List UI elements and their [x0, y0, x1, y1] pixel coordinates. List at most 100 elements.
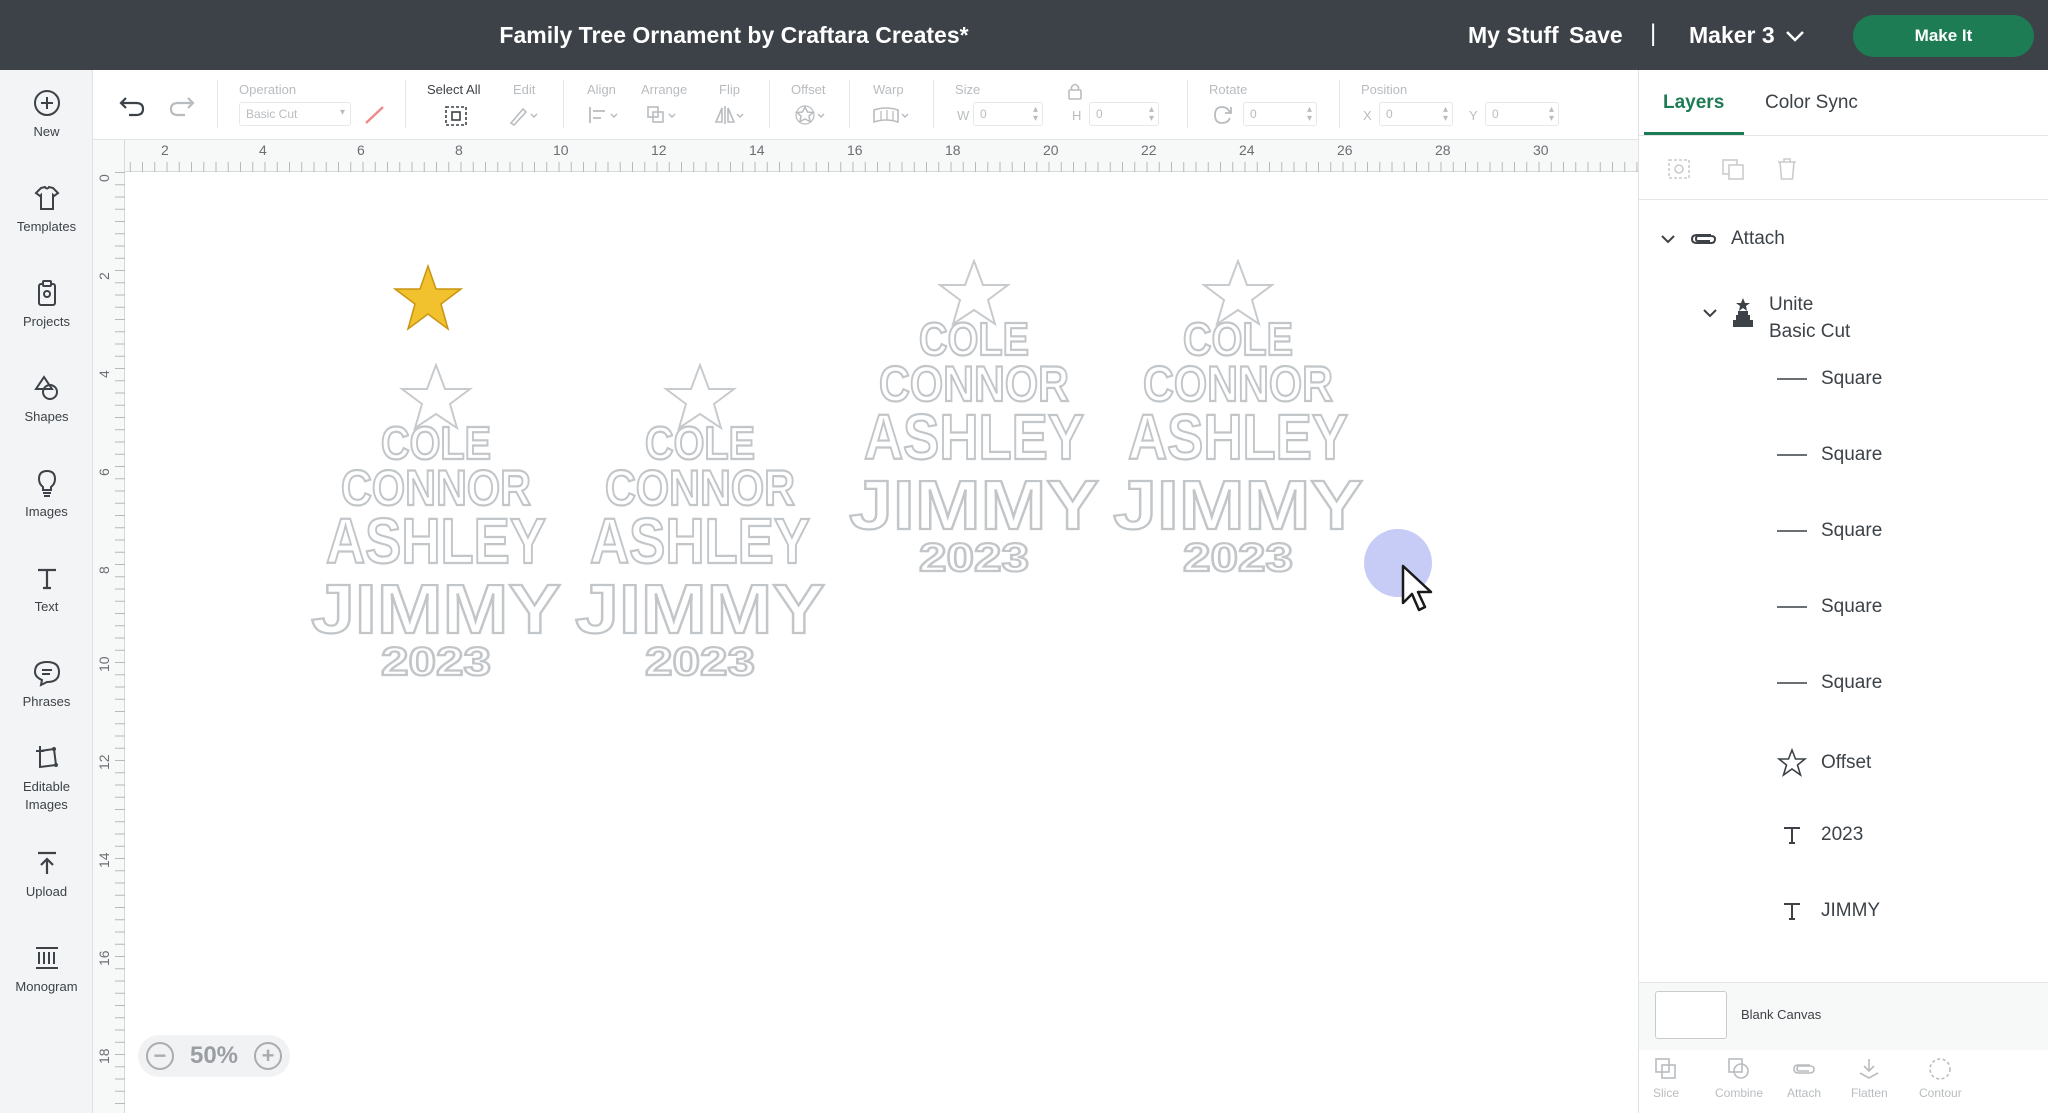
chevron-down-icon[interactable] [1701, 306, 1719, 320]
ornament-name-text: JIMMY [575, 570, 825, 648]
sidebar-item-upload[interactable]: Upload [0, 848, 93, 901]
sidebar-item-phrases[interactable]: Phrases [0, 658, 93, 711]
sidebar-item-monogram[interactable]: Monogram [0, 943, 93, 996]
flatten-button[interactable]: Flatten [1851, 1056, 1888, 1100]
size-h-input[interactable]: 0 ▴ ▾ [1089, 102, 1159, 126]
sidebar-item-new[interactable]: New [0, 88, 93, 141]
position-x-input[interactable]: 0 ▴ ▾ [1379, 102, 1453, 126]
shapes-icon [33, 375, 58, 400]
trash-icon[interactable] [1773, 156, 1801, 182]
layer-square[interactable]: Square [1777, 520, 1882, 542]
layer-square[interactable]: Square [1777, 672, 1882, 694]
machine-select[interactable]: Maker 3 [1689, 22, 1805, 49]
layer-offset[interactable]: Offset [1777, 748, 1871, 778]
blank-canvas-swatch[interactable] [1655, 991, 1727, 1039]
zoom-out-button[interactable]: − [145, 1042, 174, 1070]
layer-square[interactable]: Square [1777, 596, 1882, 618]
sidebar-item-images[interactable]: Images [0, 468, 93, 521]
select-all-icon[interactable] [443, 104, 469, 128]
ruler-number: 14 [96, 852, 112, 868]
redo-icon[interactable] [167, 94, 197, 118]
pen-color-swatch-icon[interactable] [363, 104, 387, 126]
save-link[interactable]: Save [1569, 22, 1623, 49]
chevron-down-icon: ▾ [339, 107, 345, 118]
operation-value: Basic Cut [246, 107, 298, 121]
slice-label: Slice [1653, 1086, 1680, 1100]
align-icon[interactable] [587, 104, 623, 126]
warp-label: Warp [873, 82, 904, 97]
yellow-star[interactable] [392, 263, 464, 333]
group-icon[interactable] [1665, 156, 1693, 182]
my-stuff-link[interactable]: My Stuff [1468, 22, 1559, 49]
sidebar-item-templates[interactable]: Templates [0, 183, 93, 236]
lock-icon[interactable] [1067, 82, 1083, 100]
tree-ornament[interactable]: COLE CONNOR ASHLEY JIMMY 2023 [1108, 258, 1368, 599]
attach-button[interactable]: Attach [1787, 1056, 1821, 1100]
position-y-input[interactable]: 0 ▴ ▾ [1485, 102, 1559, 126]
layer-label: Attach [1731, 228, 1785, 249]
combine-button[interactable]: Combine [1715, 1056, 1763, 1100]
undo-icon[interactable] [117, 94, 147, 118]
ruler-number: 2 [161, 142, 169, 158]
stepper-icon: ▴ ▾ [1442, 104, 1448, 124]
layer-text-jimmy[interactable]: JIMMY [1777, 900, 1880, 922]
size-h-label: H [1072, 108, 1082, 123]
layer-square[interactable]: Square [1777, 444, 1882, 466]
tab-color-sync[interactable]: Color Sync [1765, 92, 1858, 114]
toolbar-divider [1339, 80, 1340, 128]
ruler-number: 4 [259, 142, 267, 158]
ruler-number: 18 [945, 142, 961, 158]
ornament-name-text: ASHLEY [864, 401, 1084, 473]
warp-icon[interactable] [871, 104, 913, 126]
layer-square[interactable]: Square [1777, 368, 1882, 390]
rotate-label: Rotate [1209, 82, 1248, 97]
slice-button[interactable]: Slice [1653, 1056, 1679, 1100]
layer-attach[interactable]: Attach [1659, 228, 1785, 250]
layers-panel: Layers Color Sync Attach Unite Basic Cut… [1638, 70, 2048, 1113]
sidebar-item-projects[interactable]: Projects [0, 278, 93, 331]
panel-tabs: Layers Color Sync [1639, 70, 2048, 136]
blank-canvas-row[interactable]: Blank Canvas [1639, 982, 2048, 1050]
design-canvas[interactable]: COLE CONNOR ASHLEY JIMMY 2023 COLE CONNOR ASHLE… [126, 173, 1638, 1113]
tree-ornament[interactable]: COLE CONNOR ASHLEY JIMMY 2023 [844, 258, 1104, 599]
duplicate-icon[interactable] [1719, 156, 1747, 182]
clipboard-icon [37, 280, 56, 306]
chevron-down-icon[interactable] [1659, 232, 1677, 246]
contour-button[interactable]: Contour [1919, 1056, 1962, 1100]
active-tab-indicator [1644, 132, 1744, 135]
operation-select[interactable]: Basic Cut ▾ [239, 102, 351, 126]
size-w-input[interactable]: 0 ▴ ▾ [973, 102, 1043, 126]
tree-ornament[interactable]: COLE CONNOR ASHLEY JIMMY 2023 [570, 362, 830, 703]
text-icon-wrap [1777, 824, 1807, 846]
zoom-in-button[interactable]: + [254, 1042, 282, 1070]
tree-ornament[interactable]: COLE CONNOR ASHLEY JIMMY 2023 [306, 362, 566, 703]
size-w-value: 0 [980, 107, 987, 121]
sidebar-item-shapes[interactable]: Shapes [0, 373, 93, 426]
sidebar-item-text[interactable]: Text [0, 563, 93, 616]
sidebar-item-editable-images[interactable]: Editable Images [0, 743, 93, 813]
toolbar-divider [217, 80, 218, 128]
sidebar-label-editable-images: Images [25, 796, 68, 812]
top-ruler: 2 4 6 8 10 12 14 16 18 20 22 24 26 28 30 [93, 140, 1638, 172]
ruler-number: 8 [96, 566, 112, 574]
tab-layers[interactable]: Layers [1663, 92, 1724, 114]
sidebar-label-phrases: Phrases [22, 694, 71, 709]
pencil-icon[interactable] [507, 104, 541, 126]
flip-icon[interactable] [713, 104, 749, 126]
rotate-input[interactable]: 0 ▴ ▾ [1243, 102, 1317, 126]
ruler-number: 10 [553, 142, 569, 158]
ruler-number: 30 [1533, 142, 1549, 158]
toolbar-divider [563, 80, 564, 128]
layer-unite[interactable]: Unite Basic Cut [1701, 292, 1850, 345]
arrange-icon[interactable] [645, 104, 681, 126]
layer-text-2023[interactable]: 2023 [1777, 824, 1863, 846]
ornament-name-text: ASHLEY [590, 505, 810, 577]
make-it-button[interactable]: Make It [1853, 15, 2034, 57]
offset-icon[interactable] [793, 104, 829, 126]
layer-text-group: Unite Basic Cut [1769, 292, 1850, 345]
ruler-number: 12 [96, 754, 112, 770]
stepper-icon: ▴ ▾ [1306, 104, 1312, 124]
line-icon [1777, 682, 1807, 684]
text-t-icon [1784, 827, 1800, 844]
rotate-icon[interactable] [1211, 104, 1235, 126]
